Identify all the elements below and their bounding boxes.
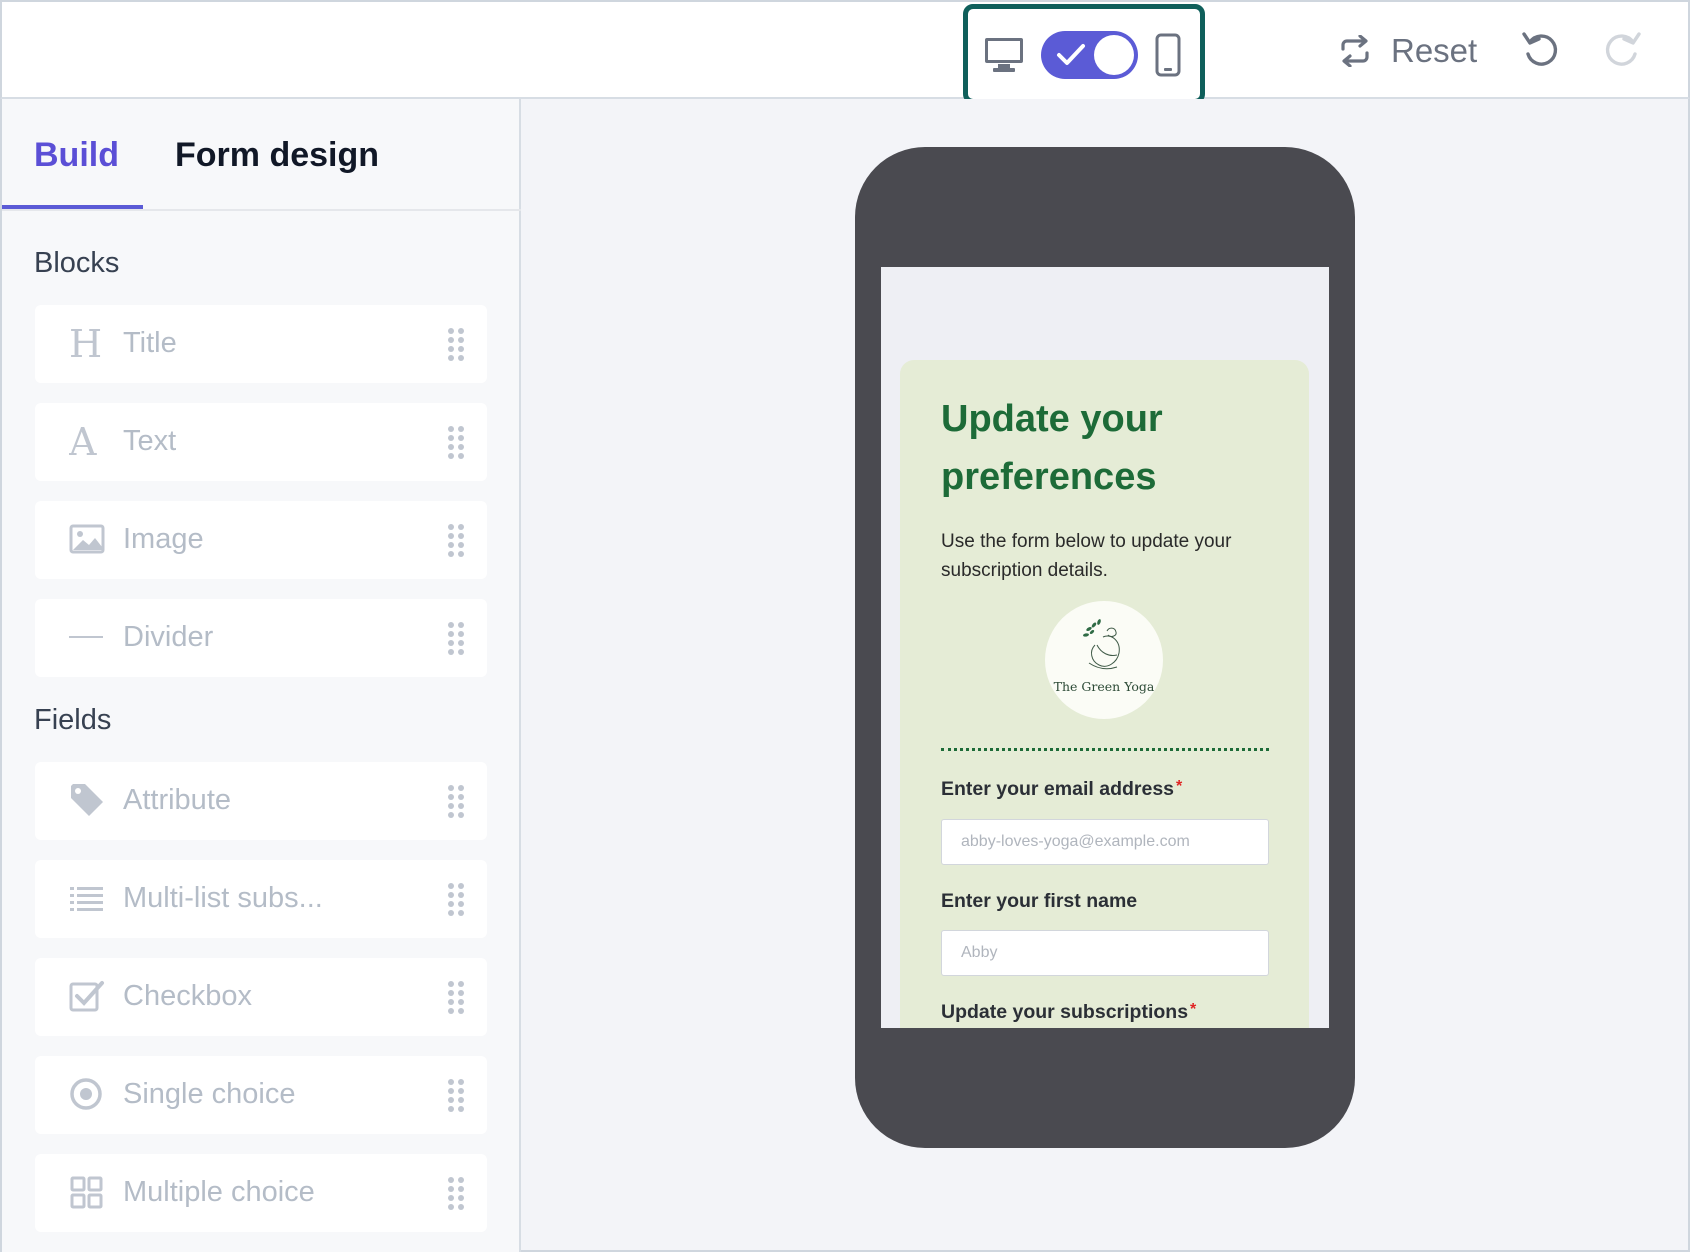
- form-editor: Reset Build Form design Blocks H Title A…: [0, 0, 1690, 1252]
- fields-heading: Fields: [34, 704, 112, 736]
- desktop-icon[interactable]: [984, 37, 1024, 73]
- tab-form-design[interactable]: Form design: [175, 136, 379, 175]
- subscriptions-label-text: Update your subscriptions: [941, 1001, 1189, 1023]
- mobile-preview-frame: Update your preferences Use the form bel…: [855, 147, 1355, 1148]
- email-label-text: Enter your email address: [941, 778, 1175, 800]
- active-tab-indicator: [2, 205, 143, 209]
- field-multiple-choice-label: Multiple choice: [123, 1176, 315, 1208]
- drag-handle-icon[interactable]: [446, 784, 466, 818]
- checkbox-icon: [69, 981, 104, 1012]
- tab-build[interactable]: Build: [34, 136, 119, 175]
- field-single-choice[interactable]: Single choice: [35, 1056, 487, 1134]
- sidebar: Build Form design Blocks H Title A Text: [0, 99, 521, 1252]
- block-title-label: Title: [123, 327, 177, 359]
- field-multiple-choice[interactable]: Multiple choice: [35, 1154, 487, 1232]
- yoga-logo-icon: [1083, 619, 1120, 670]
- svg-text:A: A: [69, 423, 97, 459]
- mobile-preview-screen[interactable]: Update your preferences Use the form bel…: [881, 267, 1329, 1028]
- drag-handle-icon[interactable]: [446, 425, 466, 459]
- text-icon: A: [69, 423, 97, 459]
- check-icon: [1057, 44, 1085, 65]
- sidebar-tabs: Build Form design: [2, 99, 521, 211]
- blocks-heading: Blocks: [34, 247, 120, 279]
- required-marker: *: [1176, 778, 1183, 795]
- field-attribute-label: Attribute: [123, 784, 231, 816]
- dotted-divider: [941, 748, 1269, 751]
- drag-handle-icon[interactable]: [446, 1078, 466, 1112]
- reset-label: Reset: [1391, 32, 1478, 69]
- radio-icon: [70, 1078, 102, 1110]
- divider-icon: [69, 636, 103, 638]
- drag-handle-icon[interactable]: [446, 621, 466, 655]
- drag-handle-icon[interactable]: [446, 327, 466, 361]
- mobile-icon[interactable]: [1155, 33, 1181, 77]
- drag-handle-icon[interactable]: [446, 1176, 466, 1210]
- block-title[interactable]: H Title: [35, 305, 487, 383]
- block-divider-label: Divider: [123, 621, 214, 653]
- top-toolbar: Reset: [0, 0, 1690, 104]
- required-marker: *: [1190, 1001, 1197, 1018]
- image-icon: [69, 524, 105, 554]
- form-preview[interactable]: Update your preferences Use the form bel…: [900, 360, 1309, 1028]
- block-text[interactable]: A Text: [35, 403, 487, 481]
- field-multi-list-subscription[interactable]: Multi-list subs...: [35, 860, 487, 938]
- block-divider[interactable]: Divider: [35, 599, 487, 677]
- firstname-label: Enter your first name: [941, 890, 1138, 912]
- email-input[interactable]: abby-loves-yoga@example.com: [941, 819, 1269, 865]
- device-toggle-group: [963, 4, 1205, 104]
- reset-icon: [1341, 35, 1369, 67]
- preview-canvas: Update your preferences Use the form bel…: [521, 99, 1690, 1252]
- drag-handle-icon[interactable]: [446, 882, 466, 916]
- form-description: Use the form below to update your subscr…: [941, 531, 1232, 581]
- block-text-label: Text: [123, 425, 177, 457]
- field-multi-list-label: Multi-list subs...: [123, 882, 323, 914]
- reset-button[interactable]: Reset: [1337, 26, 1477, 76]
- heading-icon: H: [69, 325, 102, 361]
- field-checkbox[interactable]: Checkbox: [35, 958, 487, 1036]
- form-title: Update your preferences: [941, 398, 1163, 498]
- logo-text: The Green Yoga: [1053, 679, 1155, 694]
- field-checkbox-label: Checkbox: [123, 980, 252, 1012]
- svg-text:H: H: [69, 325, 102, 361]
- list-icon: [70, 887, 103, 911]
- redo-icon[interactable]: [1604, 30, 1642, 68]
- device-toggle-switch[interactable]: [1041, 31, 1138, 79]
- drag-handle-icon[interactable]: [446, 980, 466, 1014]
- firstname-input[interactable]: Abby: [941, 930, 1269, 976]
- toggle-knob: [1094, 35, 1134, 75]
- field-attribute[interactable]: Attribute: [35, 762, 487, 840]
- subscriptions-label: Update your subscriptions *: [941, 1001, 1196, 1024]
- block-image[interactable]: Image: [35, 501, 487, 579]
- email-label: Enter your email address *: [941, 778, 1182, 801]
- grid-icon: [70, 1176, 103, 1209]
- field-single-choice-label: Single choice: [123, 1078, 296, 1110]
- drag-handle-icon[interactable]: [446, 523, 466, 557]
- block-image-label: Image: [123, 523, 204, 555]
- tag-icon: [71, 784, 103, 816]
- brand-logo: The Green Yoga: [1045, 601, 1163, 719]
- undo-icon[interactable]: [1521, 30, 1559, 68]
